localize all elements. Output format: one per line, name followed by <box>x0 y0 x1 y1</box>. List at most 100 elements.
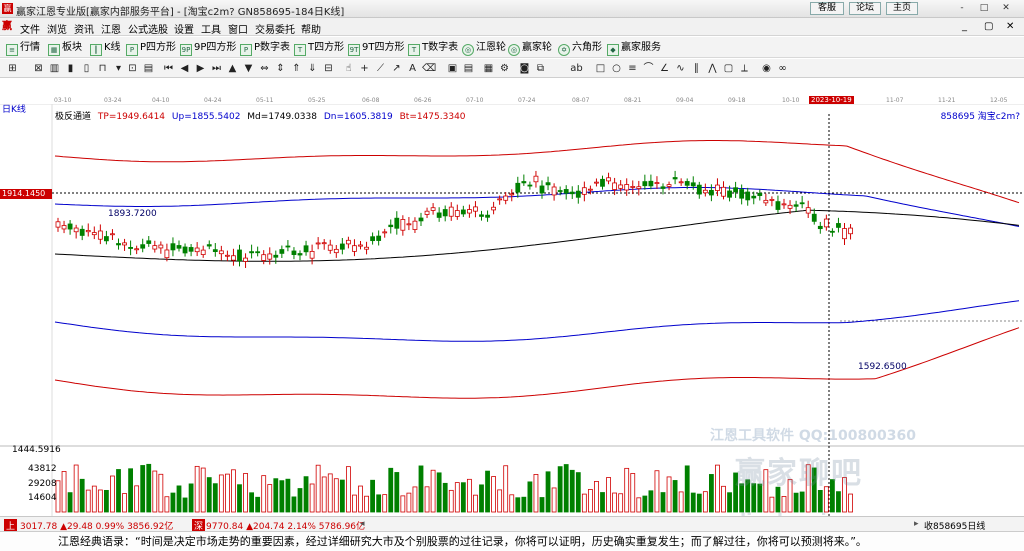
menu-help[interactable]: 帮助 <box>301 21 321 36</box>
toolbar-t-number-table[interactable]: T T数字表 <box>408 40 458 56</box>
menu-settings[interactable]: 设置 <box>174 21 194 36</box>
customer-service-link[interactable]: 客服 <box>810 2 844 15</box>
child-close-button[interactable]: ✕ <box>1006 21 1014 32</box>
zoom-out-icon[interactable]: ▤ <box>142 62 155 75</box>
fan-tool-icon[interactable]: ⋀ <box>706 62 719 75</box>
toolbar-hexagon[interactable]: ✡ 六角形 <box>558 40 602 56</box>
forum-link[interactable]: 论坛 <box>849 2 881 15</box>
channel-tool-icon[interactable]: ∥ <box>690 62 703 75</box>
settings-icon[interactable]: ⚙ <box>498 62 511 75</box>
square-tool-icon[interactable]: □ <box>594 62 607 75</box>
minimize-button[interactable]: - <box>954 2 970 15</box>
date-tick: 03-24 <box>104 97 122 104</box>
chart-style-icon[interactable]: ▥ <box>48 62 61 75</box>
box-tool-icon[interactable]: ▢ <box>722 62 735 75</box>
expand-icon[interactable]: ⇔ <box>258 62 271 75</box>
toolbar-kline[interactable]: ┃ K线 <box>90 40 121 56</box>
speed-tool-icon[interactable]: ⟂ <box>738 62 751 75</box>
alert-icon[interactable]: ◉ <box>760 62 773 75</box>
arc-tool-icon[interactable]: ⌒ <box>642 62 655 75</box>
toolbar-sector[interactable]: ▦ 板块 <box>48 40 82 56</box>
ab-tool-icon[interactable]: ab <box>570 62 583 75</box>
fib-tool-icon[interactable]: ≡ <box>626 62 639 75</box>
volume-bar <box>170 492 176 513</box>
menu-trade[interactable]: 交易委托 <box>255 21 295 36</box>
bar-icon[interactable]: ▯ <box>80 62 93 75</box>
toolbar-winner-wheel[interactable]: ◎ 赢家轮 <box>508 40 552 56</box>
chart-type-icon[interactable]: ⊠ <box>32 62 45 75</box>
date-tick: 07-24 <box>518 97 536 104</box>
toolbar-t-square[interactable]: T T四方形 <box>294 40 344 56</box>
note-icon[interactable]: ▦ <box>482 62 495 75</box>
maximize-button[interactable]: □ <box>976 2 992 15</box>
dropdown-icon[interactable]: ▾ <box>112 62 125 75</box>
candle-body <box>606 177 611 182</box>
title-bar: 赢 赢家江恩专业版[赢家内部服务平台] - [淘宝c2m? GN858695-1… <box>0 0 1024 18</box>
scroll-left-icon[interactable]: ◂ <box>360 519 365 529</box>
grid-icon[interactable]: ⊞ <box>6 62 19 75</box>
move-down-icon[interactable]: ⇓ <box>306 62 319 75</box>
candle-body <box>170 243 176 251</box>
volume-bar <box>146 463 152 513</box>
cycle-tool-icon[interactable]: ∿ <box>674 62 687 75</box>
homepage-link[interactable]: 主页 <box>886 2 918 15</box>
status-bar: 上 3017.78 ▲29.48 0.99% 3856.92亿 深 9770.8… <box>0 516 1024 532</box>
next-icon[interactable]: ▶ <box>194 62 207 75</box>
volume-bar <box>212 483 218 513</box>
volume-bar <box>85 489 91 513</box>
eraser-icon[interactable]: ⌫ <box>422 62 436 75</box>
circle-tool-icon[interactable]: ○ <box>610 62 623 75</box>
volume-bar <box>581 493 587 513</box>
volume-bar <box>382 494 388 513</box>
candle-icon[interactable]: ▮ <box>64 62 77 75</box>
down-icon[interactable]: ▼ <box>242 62 255 75</box>
close-button[interactable]: ✕ <box>998 2 1014 15</box>
save-icon[interactable]: ▣ <box>446 62 459 75</box>
contract-icon[interactable]: ⇕ <box>274 62 287 75</box>
candle-body <box>291 250 297 255</box>
first-icon[interactable]: ⏮ <box>162 62 175 75</box>
candle-body <box>200 249 206 255</box>
hand-icon[interactable]: ☝ <box>342 62 355 75</box>
crosshair-icon[interactable]: + <box>358 62 371 75</box>
toolbar-gann-wheel[interactable]: ◎ 江恩轮 <box>462 40 506 56</box>
toolbar-9t-square[interactable]: 9T 9T四方形 <box>348 40 404 56</box>
zoom-in-icon[interactable]: ⊡ <box>126 62 139 75</box>
menu-formula-screen[interactable]: 公式选股 <box>128 21 168 36</box>
toolbar-p-square[interactable]: P P四方形 <box>126 40 176 56</box>
toolbar-quotes[interactable]: ≡ 行情 <box>6 40 40 56</box>
menu-gann[interactable]: 江恩 <box>101 21 121 36</box>
candle-body <box>830 230 835 233</box>
fit-icon[interactable]: ⊟ <box>322 62 335 75</box>
print-icon[interactable]: ▤ <box>462 62 475 75</box>
bar-chart-icon[interactable]: ⊓ <box>96 62 109 75</box>
scroll-right-icon[interactable]: ▸ <box>914 519 919 529</box>
kline-chart[interactable] <box>0 104 1024 516</box>
last-icon[interactable]: ⏭ <box>210 62 223 75</box>
toolbar-p-number-table[interactable]: P P数字表 <box>240 40 290 56</box>
angle-tool-icon[interactable]: ∠ <box>658 62 671 75</box>
child-restore-button[interactable]: ▢ <box>984 21 993 32</box>
move-up-icon[interactable]: ⇑ <box>290 62 303 75</box>
volume-bar <box>588 489 593 513</box>
infinity-icon[interactable]: ∞ <box>776 62 789 75</box>
candle-body <box>345 239 351 245</box>
menu-browse[interactable]: 浏览 <box>47 21 67 36</box>
child-minimize-button[interactable]: _ <box>962 21 967 32</box>
trendline-icon[interactable]: ↗ <box>390 62 403 75</box>
text-tool-icon[interactable]: A <box>406 62 419 75</box>
window-split-icon[interactable]: ⧉ <box>534 62 547 75</box>
app-menu-icon[interactable]: 赢 <box>2 21 14 33</box>
toolbar-service[interactable]: ◆ 赢家服务 <box>607 40 661 56</box>
up-icon[interactable]: ▲ <box>226 62 239 75</box>
camera-icon[interactable]: ◙ <box>518 62 531 75</box>
menu-tools[interactable]: 工具 <box>201 21 221 36</box>
quote-list-icon: ≡ <box>6 44 18 56</box>
prev-icon[interactable]: ◀ <box>178 62 191 75</box>
toolbar-9p-square[interactable]: 9P 9P四方形 <box>180 40 236 56</box>
menu-window[interactable]: 窗口 <box>228 21 248 36</box>
volume-bar <box>557 466 563 513</box>
line-draw-icon[interactable]: ⟋ <box>374 62 387 75</box>
menu-info[interactable]: 资讯 <box>74 21 94 36</box>
menu-file[interactable]: 文件 <box>20 21 40 36</box>
